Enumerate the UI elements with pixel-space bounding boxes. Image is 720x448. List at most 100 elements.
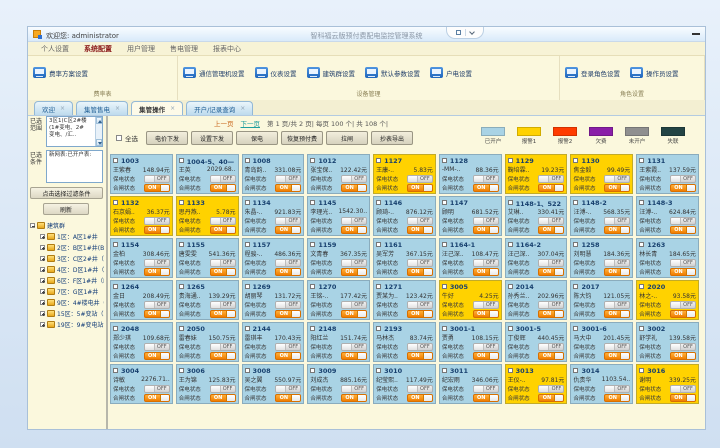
- ribbon-button-建筑群设置[interactable]: 建筑群设置: [307, 67, 356, 78]
- switch-state-toggle[interactable]: ON: [407, 184, 433, 192]
- switch-state-toggle[interactable]: ON: [341, 226, 367, 234]
- power-protect-toggle[interactable]: OFF: [538, 259, 564, 267]
- tree-root[interactable]: 建筑群: [30, 220, 104, 231]
- power-protect-toggle[interactable]: OFF: [275, 385, 301, 393]
- power-protect-toggle[interactable]: OFF: [210, 217, 236, 225]
- action-button-拉闸[interactable]: 拉闸: [326, 131, 368, 145]
- ribbon-tab-系统配置[interactable]: 系统配置: [84, 44, 112, 54]
- card-checkbox[interactable]: [310, 326, 315, 331]
- card-checkbox[interactable]: [573, 200, 578, 205]
- power-protect-toggle[interactable]: OFF: [210, 175, 236, 183]
- card-checkbox[interactable]: [310, 200, 315, 205]
- power-protect-toggle[interactable]: OFF: [144, 343, 170, 351]
- switch-state-toggle[interactable]: ON: [604, 352, 630, 360]
- expand-icon[interactable]: [40, 234, 45, 239]
- expand-icon[interactable]: [40, 311, 45, 316]
- card-checkbox[interactable]: [245, 284, 250, 289]
- tree-node[interactable]: 1区：A区1#井: [30, 231, 104, 242]
- card-checkbox[interactable]: [376, 242, 381, 247]
- card-checkbox[interactable]: [508, 200, 513, 205]
- power-protect-toggle[interactable]: OFF: [407, 259, 433, 267]
- card-checkbox[interactable]: [508, 158, 513, 163]
- next-page-link[interactable]: 下一页: [241, 118, 261, 128]
- prev-page-link[interactable]: 上一页: [214, 118, 234, 128]
- expand-icon[interactable]: [40, 278, 45, 283]
- switch-state-toggle[interactable]: ON: [275, 184, 301, 192]
- power-protect-toggle[interactable]: OFF: [210, 343, 236, 351]
- tree-node[interactable]: 7区：G区1#井: [30, 286, 104, 297]
- switch-state-toggle[interactable]: ON: [341, 184, 367, 192]
- action-button-恢复预付费[interactable]: 恢复预付费: [281, 131, 323, 145]
- card-checkbox[interactable]: [639, 158, 644, 163]
- doc-tab-集管操作[interactable]: 集管操作×: [131, 101, 183, 115]
- action-button-抄表导出[interactable]: 抄表导出: [371, 131, 413, 145]
- expand-icon[interactable]: [40, 300, 45, 305]
- power-protect-toggle[interactable]: OFF: [604, 301, 630, 309]
- expand-icon[interactable]: [40, 245, 45, 250]
- close-icon[interactable]: ×: [115, 105, 120, 112]
- power-protect-toggle[interactable]: OFF: [407, 385, 433, 393]
- power-protect-toggle[interactable]: OFF: [275, 217, 301, 225]
- skin-dropdown-button[interactable]: [446, 27, 484, 39]
- card-checkbox[interactable]: [113, 368, 118, 373]
- switch-state-toggle[interactable]: ON: [407, 268, 433, 276]
- switch-state-toggle[interactable]: ON: [670, 268, 696, 276]
- ribbon-tab-用户管理[interactable]: 用户管理: [127, 44, 155, 54]
- switch-state-toggle[interactable]: ON: [144, 394, 170, 402]
- card-checkbox[interactable]: [179, 284, 184, 289]
- power-protect-toggle[interactable]: OFF: [275, 175, 301, 183]
- minimize-button[interactable]: [692, 33, 700, 35]
- switch-state-toggle[interactable]: ON: [210, 184, 236, 192]
- power-protect-toggle[interactable]: OFF: [604, 259, 630, 267]
- card-checkbox[interactable]: [573, 242, 578, 247]
- power-protect-toggle[interactable]: OFF: [670, 343, 696, 351]
- card-checkbox[interactable]: [245, 368, 250, 373]
- switch-state-toggle[interactable]: ON: [604, 394, 630, 402]
- power-protect-toggle[interactable]: OFF: [538, 175, 564, 183]
- switch-state-toggle[interactable]: ON: [604, 226, 630, 234]
- tree-node[interactable]: 9区：4#楼电井（4#: [30, 297, 104, 308]
- switch-state-toggle[interactable]: ON: [210, 394, 236, 402]
- card-checkbox[interactable]: [113, 242, 118, 247]
- card-checkbox[interactable]: [245, 326, 250, 331]
- card-checkbox[interactable]: [508, 326, 513, 331]
- switch-state-toggle[interactable]: ON: [670, 394, 696, 402]
- switch-state-toggle[interactable]: ON: [473, 184, 499, 192]
- power-protect-toggle[interactable]: OFF: [538, 301, 564, 309]
- power-protect-toggle[interactable]: OFF: [144, 175, 170, 183]
- switch-state-toggle[interactable]: ON: [473, 310, 499, 318]
- scroll-down-button[interactable]: [96, 139, 102, 146]
- switch-state-toggle[interactable]: ON: [670, 352, 696, 360]
- switch-state-toggle[interactable]: ON: [604, 310, 630, 318]
- power-protect-toggle[interactable]: OFF: [210, 301, 236, 309]
- card-checkbox[interactable]: [376, 200, 381, 205]
- expand-icon[interactable]: [40, 256, 45, 261]
- switch-state-toggle[interactable]: ON: [670, 310, 696, 318]
- switch-state-toggle[interactable]: ON: [210, 268, 236, 276]
- card-checkbox[interactable]: [639, 200, 644, 205]
- switch-state-toggle[interactable]: ON: [473, 268, 499, 276]
- power-protect-toggle[interactable]: OFF: [407, 175, 433, 183]
- power-protect-toggle[interactable]: OFF: [407, 343, 433, 351]
- power-protect-toggle[interactable]: OFF: [144, 301, 170, 309]
- card-checkbox[interactable]: [442, 368, 447, 373]
- power-protect-toggle[interactable]: OFF: [473, 343, 499, 351]
- switch-state-toggle[interactable]: ON: [538, 394, 564, 402]
- card-checkbox[interactable]: [376, 158, 381, 163]
- power-protect-toggle[interactable]: OFF: [604, 217, 630, 225]
- card-checkbox[interactable]: [376, 284, 381, 289]
- card-checkbox[interactable]: [113, 158, 118, 163]
- tree-node[interactable]: 4区：D区1#井（D区: [30, 264, 104, 275]
- switch-state-toggle[interactable]: ON: [670, 226, 696, 234]
- collapse-icon[interactable]: [30, 223, 35, 228]
- power-protect-toggle[interactable]: OFF: [604, 175, 630, 183]
- power-protect-toggle[interactable]: OFF: [670, 301, 696, 309]
- switch-state-toggle[interactable]: ON: [407, 394, 433, 402]
- card-checkbox[interactable]: [442, 284, 447, 289]
- power-protect-toggle[interactable]: OFF: [538, 217, 564, 225]
- power-protect-toggle[interactable]: OFF: [341, 385, 367, 393]
- card-checkbox[interactable]: [442, 200, 447, 205]
- switch-state-toggle[interactable]: ON: [604, 268, 630, 276]
- power-protect-toggle[interactable]: OFF: [275, 301, 301, 309]
- switch-state-toggle[interactable]: ON: [473, 394, 499, 402]
